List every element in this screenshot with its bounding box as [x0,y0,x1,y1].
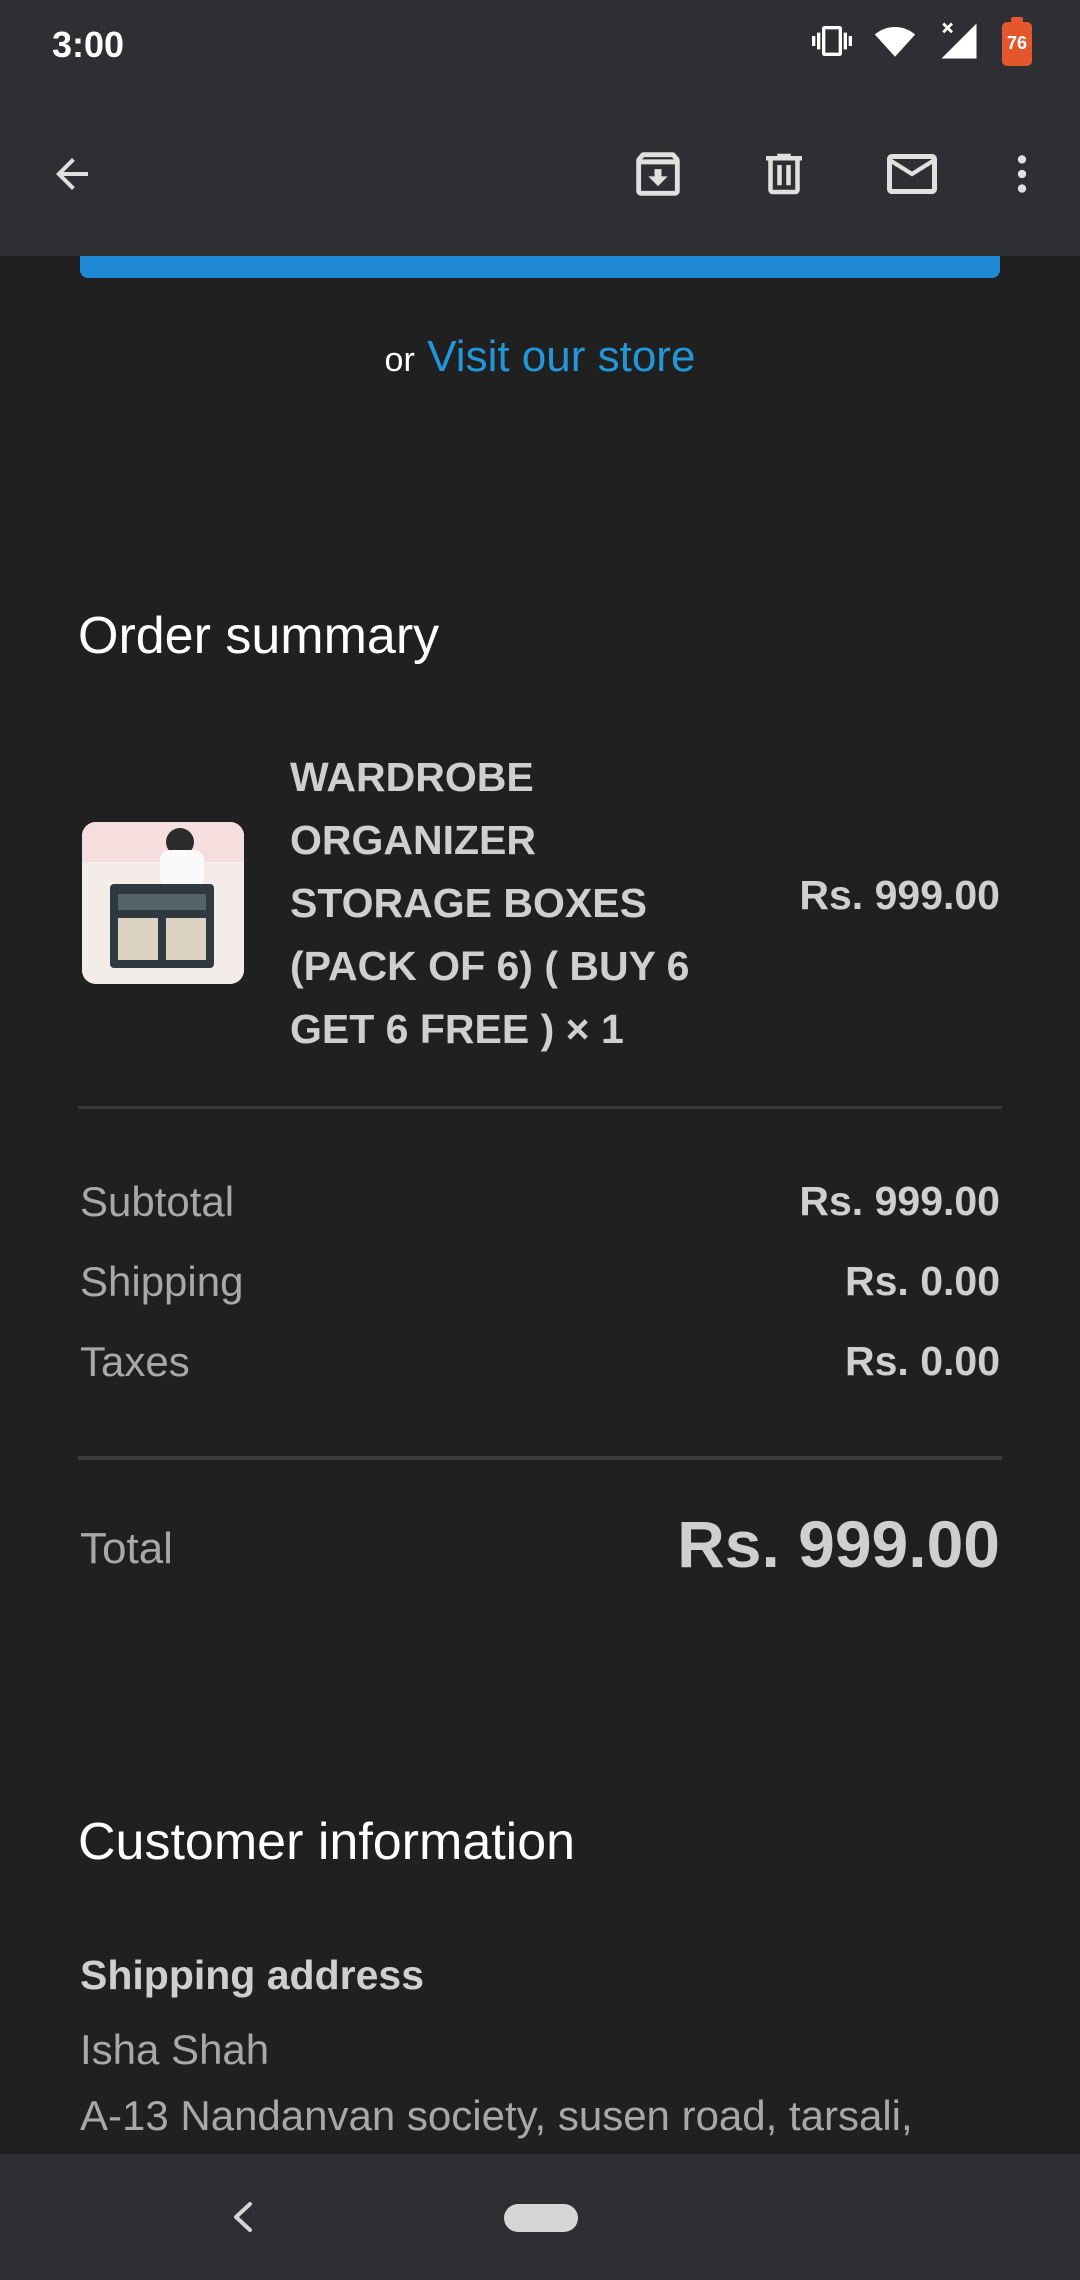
back-arrow-icon[interactable] [30,132,114,216]
visit-store-link[interactable]: Visit our store [427,332,695,381]
nav-back-icon[interactable] [222,2190,262,2244]
subtotal-value: Rs. 999.00 [799,1178,1000,1224]
shipping-address-heading: Shipping address [80,1952,424,1998]
archive-icon[interactable] [616,132,700,216]
status-time: 3:00 [52,24,125,65]
app-toolbar [0,92,1080,256]
subtotal-label: Subtotal [80,1178,235,1225]
total-value: Rs. 999.00 [677,1507,1000,1581]
wifi-icon [874,20,916,67]
signal-icon [938,20,980,67]
product-name: WARDROBE ORGANIZER STORAGE BOXES (PACK O… [290,754,690,1052]
system-navigation-bar [0,2154,1080,2280]
customer-name: Isha Shah [80,2026,270,2073]
divider [78,1456,1002,1460]
address-line: A-13 Nandanvan society, susen road, tars… [80,2092,913,2139]
taxes-label: Taxes [80,1338,190,1385]
shipping-label: Shipping [80,1258,244,1305]
shipping-value: Rs. 0.00 [845,1258,1000,1304]
more-vert-icon[interactable] [980,132,1064,216]
divider [78,1106,1002,1109]
or-text: or [384,341,415,379]
delete-icon[interactable] [742,132,826,216]
mark-unread-icon[interactable] [870,132,954,216]
status-icons: 76 [812,16,1032,67]
visit-store-line: or Visit our store [0,332,1080,382]
email-body: or Visit our store Order summary WARDROB… [0,256,1080,2154]
customer-information-title: Customer information [78,1813,576,1871]
taxes-value: Rs. 0.00 [845,1338,1000,1384]
nav-home-pill[interactable] [504,2204,578,2232]
battery-icon: 76 [1002,16,1032,66]
status-bar: 3:00 76 [0,0,1080,92]
order-summary-title: Order summary [78,607,440,665]
total-label: Total [80,1524,173,1573]
product-price: Rs. 999.00 [799,872,1000,918]
vibrate-icon [812,21,852,66]
view-order-button[interactable] [80,256,1000,278]
product-thumbnail [82,822,244,984]
